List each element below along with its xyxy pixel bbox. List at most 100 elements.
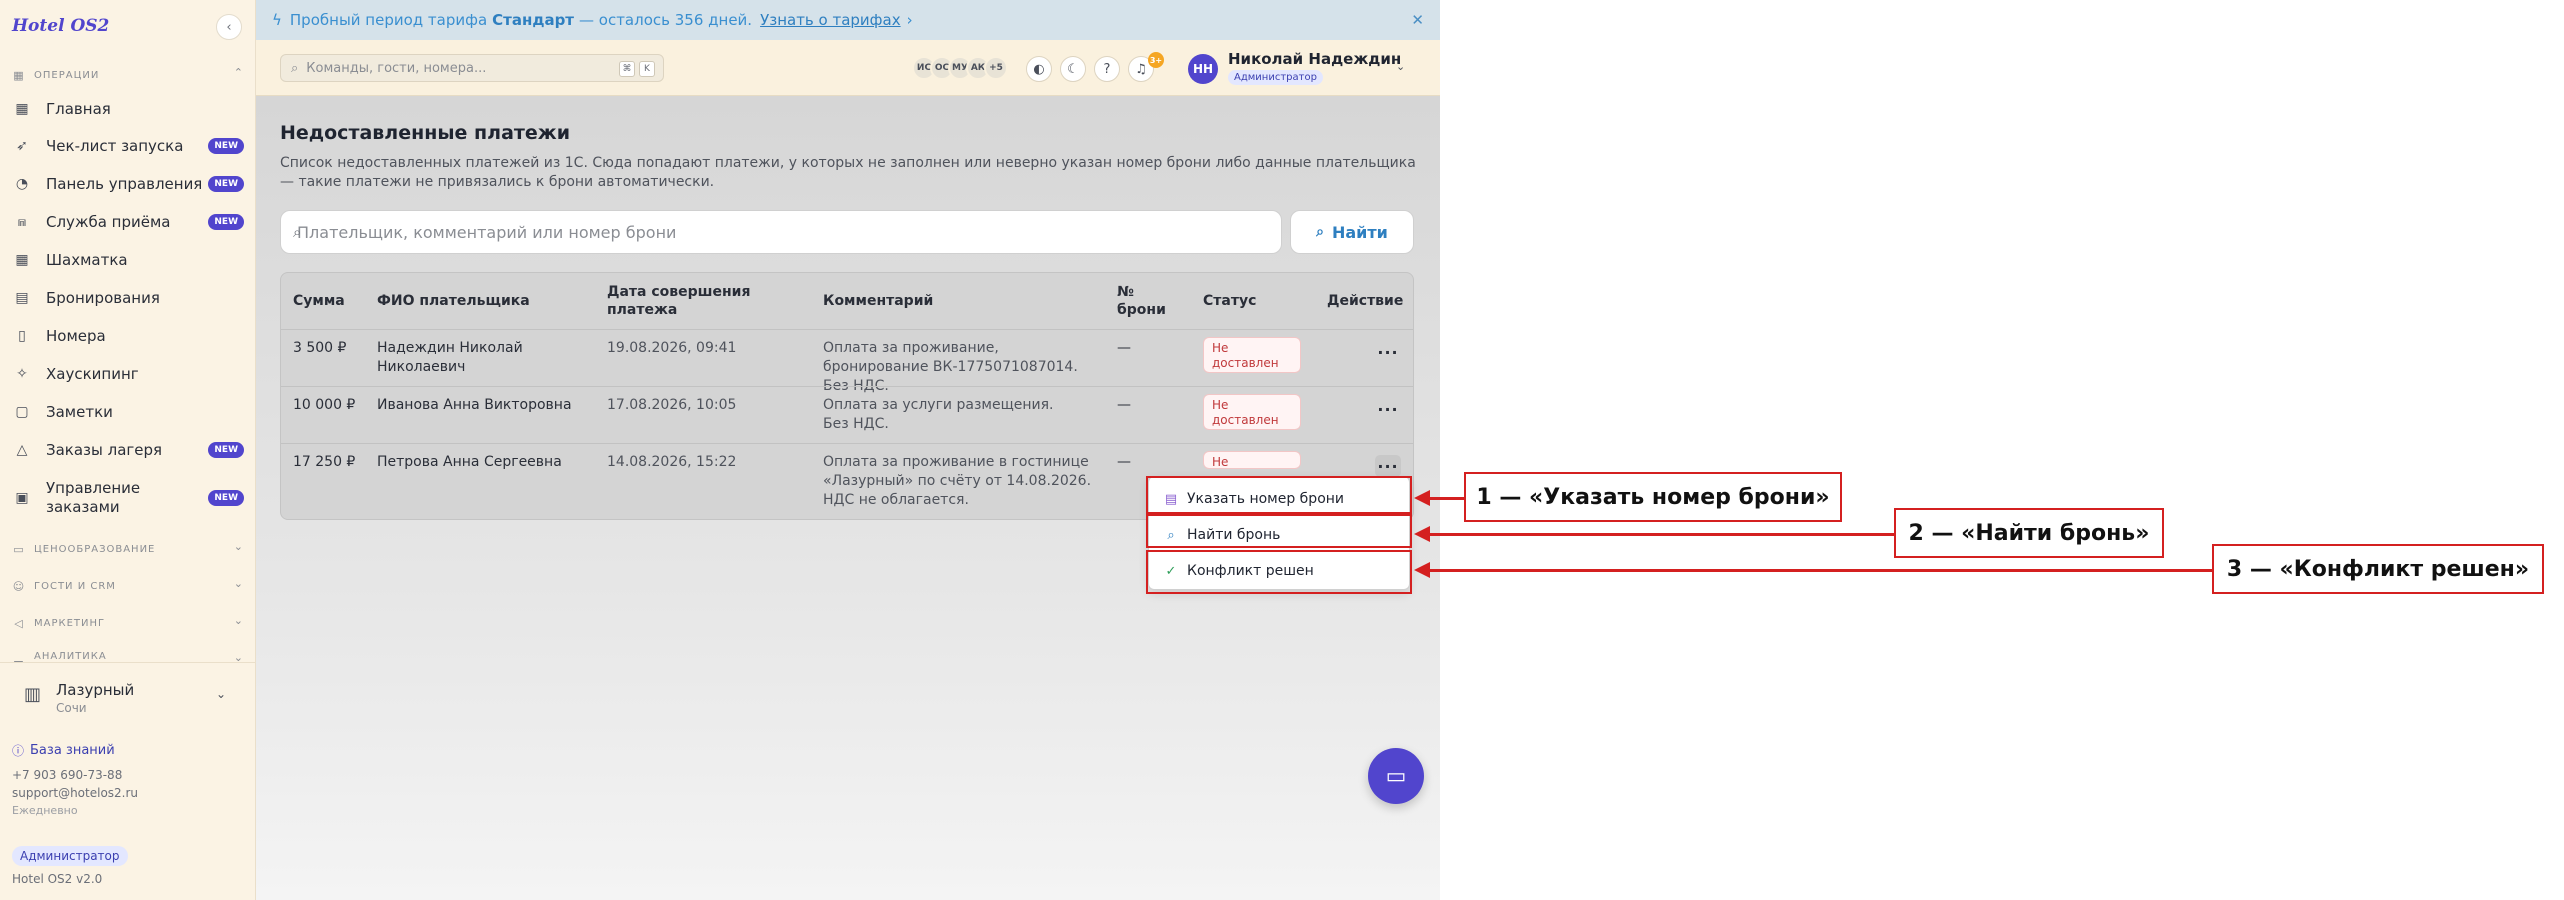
chevron-up-icon: ⌃ [233,66,244,79]
chevron-down-icon: ⌄ [233,651,244,662]
online-users[interactable]: ИС ОС МУ АК +5 [912,56,1008,80]
section-guests-crm[interactable]: ☺ Гости и CRM ⌄ [12,577,244,595]
orders-icon: ▣ [15,490,29,506]
clipboard-icon: ▤ [15,290,29,306]
new-badge: NEW [208,214,244,230]
moon-icon: ☾ [1067,61,1079,77]
close-icon[interactable]: ✕ [1411,11,1424,29]
sidebar-item-bookings[interactable]: ▤ Бронирования [12,283,244,313]
notifications-badge: 3+ [1148,52,1164,68]
bell-icon: ♫ [1135,61,1147,77]
annotation-callout-1: 1 — «Указать номер брони» [1464,472,1842,522]
chat-bubble-icon: ▭ [1385,763,1407,789]
annotation-arrow-2 [1430,533,1894,536]
sparkle-icon: ✧ [16,366,28,382]
building-icon: ▯ [18,328,26,344]
row-actions-button[interactable]: ··· [1375,398,1401,420]
section-pricing[interactable]: ▭ Ценообразование ⌄ [12,540,244,558]
payments-search-input[interactable]: ⌕ Плательщик, комментарий или номер брон… [280,210,1282,254]
support-email[interactable]: support@hotelos2.ru [12,786,138,800]
row-divider [281,386,1413,387]
sidebar-item-launch-checklist[interactable]: ➶ Чек-лист запуска NEW [12,131,244,161]
col-comment: Комментарий [823,293,934,309]
brand-logo[interactable]: Hotel OS2 [12,16,109,36]
grid-icon: ▦ [13,68,25,82]
page-title: Недоставленные платежи [280,122,571,144]
rocket-icon: ➶ [16,138,28,154]
avatar-more: +5 [984,56,1008,80]
new-badge: NEW [208,138,244,154]
help-circle-icon: ? [1103,61,1111,77]
col-payer: ФИО плательщика [377,293,530,309]
trial-banner: ϟ Пробный период тарифа Стандарт — остал… [256,0,1440,40]
annotation-arrow-3 [1430,569,2212,572]
annotation-arrow-head-3 [1414,562,1430,578]
sidebar-item-camp-orders[interactable]: △ Заказы лагеря NEW [12,435,244,465]
help-button[interactable]: ? [1094,56,1120,82]
table-grid-icon: ▦ [15,252,29,268]
highlight-box-3 [1146,550,1412,594]
sidebar-item-housekeeping[interactable]: ✧ Хаускипинг [12,359,244,389]
row-actions-button-active[interactable]: ··· [1375,455,1401,477]
sidebar-item-home[interactable]: ▦ Главная [12,94,244,124]
sidebar-item-rooms[interactable]: ▯ Номера [12,321,244,351]
new-badge: NEW [208,490,244,506]
search-icon: ⌕ [291,60,299,76]
theme-palette-button[interactable]: ◐ [1026,56,1052,82]
plan-name: Стандарт [492,11,574,29]
chevron-down-icon[interactable]: ⌄ [1396,60,1405,73]
find-button[interactable]: ⌕ Найти [1290,210,1414,254]
status-badge: Не доставлен [1203,394,1301,430]
role-badge: Администратор [12,846,128,866]
support-phone[interactable]: +7 903 690-73-88 [12,768,122,782]
knowledge-base-link[interactable]: ⓘ База знаний [12,742,115,759]
gauge-icon: ◔ [15,176,29,192]
dashboard-icon: ▦ [15,101,29,117]
sidebar-item-chessboard[interactable]: ▦ Шахматка [12,245,244,275]
app-version: Hotel OS2 v2.0 [12,872,103,886]
search-icon: ⌕ [1316,224,1324,240]
row-actions-button[interactable]: ··· [1375,341,1401,363]
col-booking-number: № брони [1117,284,1166,318]
annotation-arrow-head-1 [1414,490,1430,506]
tent-icon: △ [16,442,28,458]
users-icon: ☺ [12,579,26,593]
sidebar-item-order-management[interactable]: ▣ Управление заказами NEW [12,476,244,520]
search-icon: ⌕ [293,223,302,241]
sidebar-item-notes[interactable]: ▢ Заметки [12,397,244,427]
hotel-switcher[interactable]: ▥ Лазурный Сочи ⌄ [0,662,256,726]
section-analytics[interactable]: ▁ Аналитика ⌄ [12,651,244,662]
building-icon: ▥ [24,684,42,705]
annotation-callout-2: 2 — «Найти бронь» [1894,508,2164,558]
support-schedule: Ежедневно [12,804,78,817]
tariffs-link[interactable]: Узнать о тарифах [760,11,901,29]
section-operations[interactable]: ▦ Операции ⌃ [12,66,244,84]
row-divider [281,329,1413,330]
section-marketing[interactable]: ◁ Маркетинг ⌄ [12,614,244,632]
col-amount: Сумма [293,293,345,309]
chart-icon: ▁ [14,651,24,662]
sidebar-item-control-panel[interactable]: ◔ Панель управления NEW [12,169,244,199]
dark-mode-button[interactable]: ☾ [1060,56,1086,82]
chevron-down-icon: ⌄ [233,577,244,590]
bell-icon: ⩎ [18,214,26,230]
user-name[interactable]: Николай Надеждин [1228,50,1401,68]
status-badge: Не доставлен [1203,337,1301,373]
highlight-box-1 [1146,476,1412,514]
help-circle-icon: ⓘ [12,744,25,758]
sidebar-item-front-desk[interactable]: ⩎ Служба приёма NEW [12,207,244,237]
user-avatar[interactable]: НН [1188,54,1218,84]
palette-icon: ◐ [1033,61,1045,77]
annotation-arrow-head-2 [1414,526,1430,542]
row-divider [281,443,1413,444]
col-date: Дата совершения платежа [607,284,751,318]
chat-button[interactable]: ▭ [1368,748,1424,804]
col-action: Действие [1327,293,1404,309]
user-role-badge: Администратор [1228,70,1323,85]
command-search-input[interactable]: ⌕ Команды, гости, номера... ⌘ K [280,54,664,82]
collapse-sidebar-button[interactable]: ‹ [216,14,242,40]
chevron-right-icon: › [906,11,913,29]
annotation-callout-3: 3 — «Конфликт решен» [2212,544,2544,594]
chevron-down-icon: ⌄ [233,540,244,553]
highlight-box-2 [1146,514,1412,548]
